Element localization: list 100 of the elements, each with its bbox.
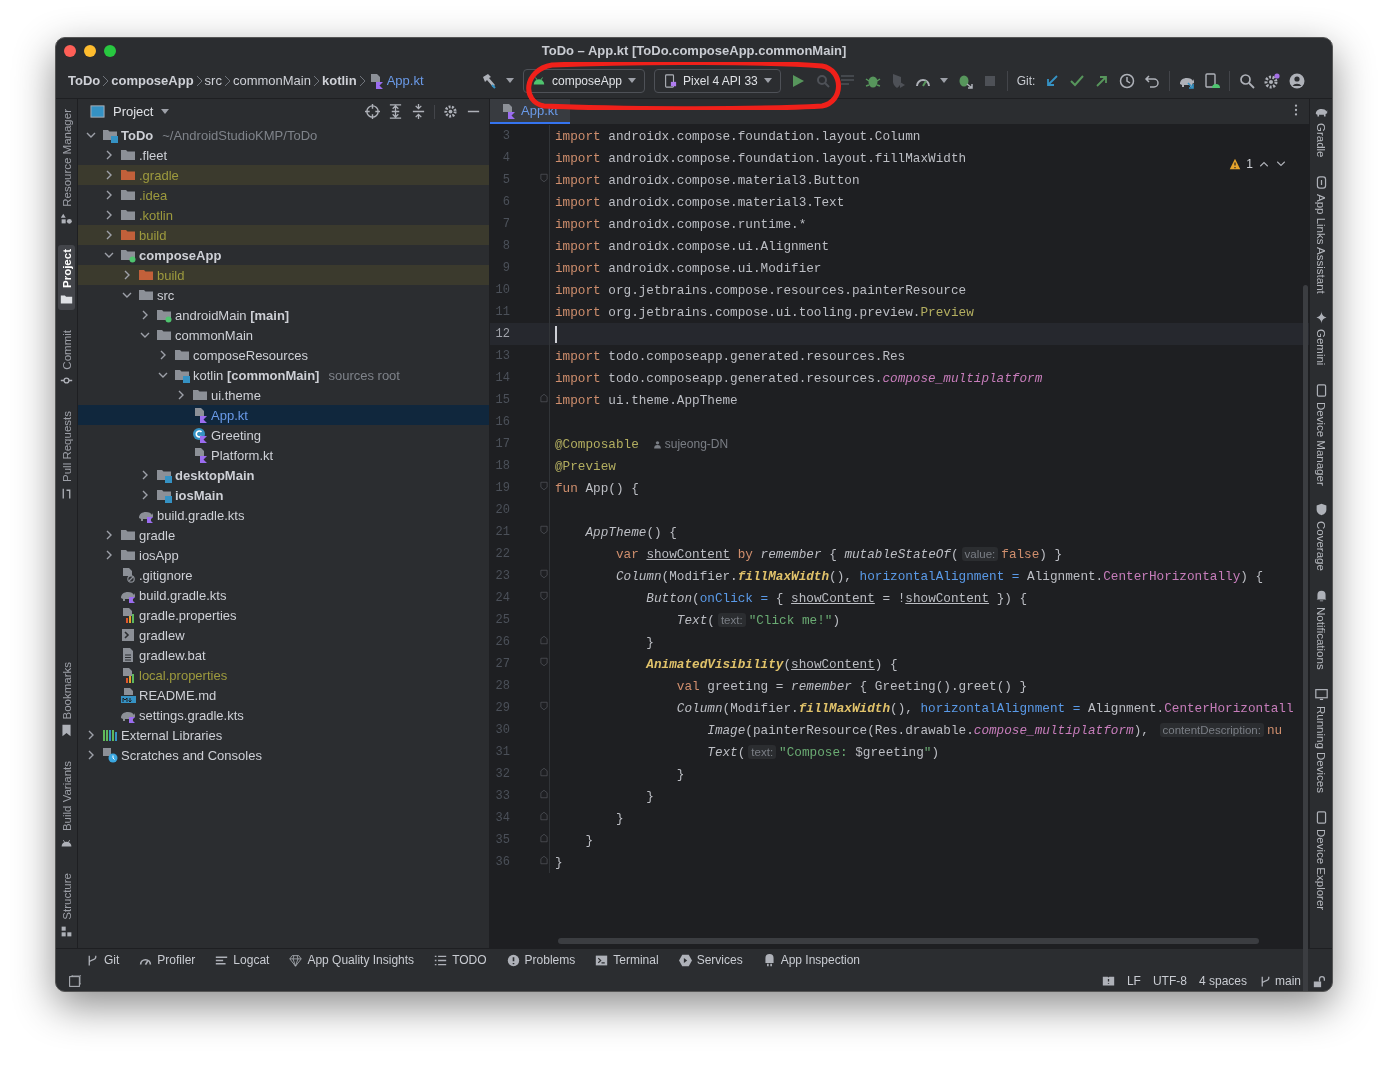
chevron-icon	[223, 74, 231, 87]
tree-item[interactable]: iosMain	[78, 485, 489, 505]
tree-item[interactable]: build.gradle.kts	[78, 585, 489, 605]
tool-window-button[interactable]: Git	[86, 953, 120, 967]
tree-item[interactable]: build.gradle.kts	[78, 505, 489, 525]
tool-window-button[interactable]: Services	[678, 953, 743, 967]
tree-item[interactable]: settings.gradle.kts	[78, 705, 489, 725]
profile-icon[interactable]	[1289, 72, 1306, 89]
code-line: Text( text: "Click me!")	[675, 612, 841, 628]
path-hint: sources root	[328, 367, 400, 383]
tree-item[interactable]: build	[78, 225, 489, 245]
close-button[interactable]	[64, 45, 76, 57]
panel-title[interactable]: Project	[113, 104, 154, 119]
tree-item[interactable]: iosApp	[78, 545, 489, 565]
arrow-icon[interactable]	[1044, 72, 1061, 89]
tree-item[interactable]: .idea	[78, 185, 489, 205]
tool-window-button[interactable]: Notifications	[1314, 589, 1328, 670]
minimize-button[interactable]	[84, 45, 96, 57]
run-configuration-dropdown[interactable]: composeApp	[523, 68, 646, 93]
tree-item[interactable]: Platform.kt	[78, 445, 489, 465]
status-item[interactable]: UTF-8	[1152, 974, 1187, 988]
tool-window-button[interactable]: Commit	[58, 325, 75, 392]
tree-item[interactable]: External Libraries	[78, 725, 489, 745]
tool-window-button[interactable]: Device Explorer	[1314, 810, 1328, 911]
code-line: Column(Modifier.fillMaxWidth(), horizontalAlignment = Alignment.CenterHorizontally) {	[614, 568, 1264, 584]
tree-item[interactable]: .fleet	[78, 145, 489, 165]
tool-window-button[interactable]: Gradle	[1314, 105, 1328, 158]
tool-window-button[interactable]: Resource Manager	[58, 105, 75, 229]
tool-window-button[interactable]: Logcat	[215, 953, 270, 967]
breadcrumb[interactable]: App.kt	[367, 72, 424, 89]
tree-item[interactable]: .kotlin	[78, 205, 489, 225]
tool-window-button[interactable]: Bookmarks	[58, 657, 75, 742]
folder-icon	[120, 227, 136, 243]
tool-window-button[interactable]: Coverage	[1314, 503, 1328, 572]
tree-item[interactable]: gradlew.bat	[78, 645, 489, 665]
device-dropdown[interactable]: Pixel 4 API 33	[654, 68, 781, 93]
code-line: }	[675, 766, 685, 782]
tree-item[interactable]: build	[78, 265, 489, 285]
tree-item[interactable]: README.md	[78, 685, 489, 705]
breadcrumb[interactable]: composeApp	[111, 73, 194, 88]
zoom-button[interactable]	[104, 45, 116, 57]
breadcrumb[interactable]: ToDo	[68, 73, 101, 88]
undo-icon[interactable]	[1144, 72, 1161, 89]
clock-icon[interactable]	[1119, 72, 1136, 89]
status-item[interactable]: LF	[1126, 974, 1141, 988]
tool-window-button[interactable]: TODO	[434, 953, 487, 967]
tree-item[interactable]: src	[78, 285, 489, 305]
tree-item[interactable]: gradlew	[78, 625, 489, 645]
breadcrumb[interactable]: commonMain	[232, 73, 311, 88]
tool-window-button[interactable]: App Inspection	[762, 953, 861, 967]
scrollbar[interactable]	[1303, 285, 1308, 991]
settings-icon[interactable]	[1264, 72, 1281, 89]
tree-item[interactable]: ToDo ~/AndroidStudioKMP/ToDo	[78, 125, 489, 145]
code-line: import androidx.compose.material3.Text	[554, 194, 845, 210]
tree-item[interactable]: local.properties	[78, 665, 489, 685]
tool-window-button[interactable]: Running Devices	[1314, 687, 1328, 793]
tool-window-button[interactable]: Terminal	[595, 953, 659, 967]
tree-item[interactable]: Greeting	[78, 425, 489, 445]
tool-window-button[interactable]: App Quality Insights	[289, 953, 415, 967]
hammer-icon[interactable]	[481, 72, 497, 89]
breadcrumb[interactable]: src	[204, 73, 222, 88]
tree-item[interactable]: composeApp	[78, 245, 489, 265]
tree-item[interactable]: composeResources	[78, 345, 489, 365]
tool-window-button[interactable]: Structure	[58, 869, 75, 942]
tree-item[interactable]: gradle	[78, 525, 489, 545]
tree-item[interactable]: App.kt	[78, 405, 489, 425]
locate-icon[interactable]	[365, 104, 380, 119]
kotlin-class-icon	[192, 427, 208, 443]
tree-item[interactable]: commonMain	[78, 325, 489, 345]
tool-window-button[interactable]: Gemini	[1314, 311, 1328, 366]
tool-window-button[interactable]: App Links Assistant	[1314, 175, 1328, 294]
tool-window-button[interactable]: Device Manager	[1314, 383, 1328, 486]
tool-window-button[interactable]: Problems	[506, 953, 576, 967]
tree-item[interactable]: kotlin [commonMain] sources root	[78, 365, 489, 385]
tree-item[interactable]: .gradle	[78, 165, 489, 185]
breadcrumb[interactable]: kotlin	[321, 73, 357, 88]
tree-item[interactable]: .gitignore	[78, 565, 489, 585]
tree-item[interactable]: Scratches and Consoles	[78, 745, 489, 765]
status-item[interactable]: 4 spaces	[1198, 974, 1247, 988]
tool-window-button[interactable]: Project	[58, 244, 75, 310]
collapse-all-icon[interactable]	[411, 104, 426, 119]
tree-item[interactable]: desktopMain	[78, 465, 489, 485]
expand-all-icon[interactable]	[388, 104, 403, 119]
search-icon[interactable]	[1239, 72, 1256, 89]
tool-window-button[interactable]: Pull Requests	[58, 407, 75, 505]
author-hint[interactable]: sujeong-DN	[652, 437, 729, 451]
tool-window-button[interactable]: Build Variants	[58, 757, 75, 854]
warning-count[interactable]: 1	[1246, 157, 1253, 171]
tool-window-button[interactable]: Profiler	[139, 953, 196, 967]
branch-widget[interactable]: main	[1259, 974, 1301, 988]
reader-mode-icon[interactable]	[1101, 974, 1115, 988]
panel-icon[interactable]	[68, 974, 81, 988]
code-line: }	[554, 854, 563, 870]
settings-icon[interactable]	[443, 104, 458, 119]
phone-icon[interactable]	[1204, 72, 1221, 89]
tree-item[interactable]: ui.theme	[78, 385, 489, 405]
lock-icon[interactable]	[1313, 974, 1326, 988]
scrollbar[interactable]	[558, 938, 1259, 944]
tree-item[interactable]: androidMain [main]	[78, 305, 489, 325]
tree-item[interactable]: gradle.properties	[78, 605, 489, 625]
